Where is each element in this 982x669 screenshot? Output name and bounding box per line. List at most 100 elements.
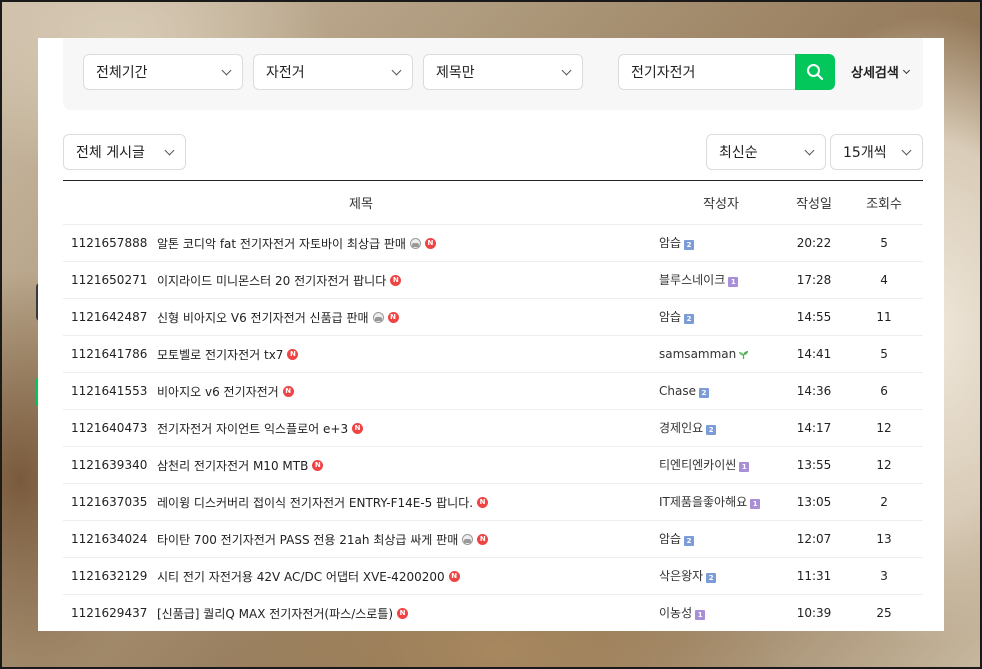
author-name-link[interactable]: 티엔티엔카이씬: [659, 458, 736, 472]
article-number: 1121650271: [63, 261, 155, 299]
article-date: 11:31: [783, 557, 846, 595]
article-views: 5: [845, 224, 924, 262]
member-level-icon: 1: [695, 610, 706, 620]
article-title-cell: 시티 전기 자전거용 42V AC/DC 어댑터 XVE-4200200: [155, 557, 660, 595]
table-row[interactable]: 1121641553비아지오 v6 전기자전거Chase214:366: [63, 372, 924, 410]
header-views: 조회수: [845, 180, 924, 225]
new-badge-icon: [477, 496, 489, 508]
article-title-link[interactable]: 레이윙 디스커버리 접이식 전기자전거 ENTRY-F14E-5 팝니다.: [157, 496, 473, 510]
article-number: 1121657888: [63, 224, 155, 262]
author-cell: 이농성 1: [659, 594, 784, 631]
article-title-cell: 레이윙 디스커버리 접이식 전기자전거 ENTRY-F14E-5 팝니다.: [155, 483, 660, 521]
article-title-cell: 전기자전거 자이언트 익스플로어 e+3: [155, 409, 660, 447]
article-title-cell: 신형 비아지오 V6 전기자전거 신품급 판매: [155, 298, 660, 336]
article-number: 1121629437: [63, 594, 155, 631]
new-badge-icon: [477, 533, 489, 545]
sprout-level-icon: [739, 351, 749, 359]
image-attached-icon: [372, 311, 384, 323]
article-date: 17:28: [783, 261, 846, 299]
table-row[interactable]: 1121637035 레이윙 디스커버리 접이식 전기자전거 ENTRY-F14E…: [63, 483, 924, 521]
board-select[interactable]: 자전거: [253, 54, 413, 90]
article-views: 12: [845, 409, 924, 447]
article-title-link[interactable]: 타이탄 700 전기자전거 PASS 전용 21ah 최상급 싸게 판매: [157, 533, 458, 547]
article-title-link[interactable]: 모토벨로 전기자전거 tx7: [157, 348, 283, 362]
article-title-link[interactable]: 비아지오 v6 전기자전거: [157, 385, 279, 399]
advanced-search-toggle[interactable]: 상세검색: [851, 62, 910, 81]
scope-select[interactable]: 제목만: [423, 54, 583, 90]
table-row[interactable]: 1121642487신형 비아지오 V6 전기자전거 신품급 판매암습214:5…: [63, 298, 924, 336]
article-title-link[interactable]: 시티 전기 자전거용 42V AC/DC 어댑터 XVE-4200200: [157, 570, 445, 584]
author-name-link[interactable]: IT제품을좋아해요: [659, 495, 747, 509]
period-select-label: 전체기간: [96, 65, 148, 81]
member-level-icon: 2: [684, 240, 695, 250]
author-cell: 삭은왕자 2: [659, 557, 784, 595]
article-number: 1121632129: [63, 557, 155, 595]
author-name-link[interactable]: samsamman: [659, 347, 736, 361]
post-type-select[interactable]: 전체 게시글: [63, 134, 186, 170]
article-title-cell: 알톤 코디악 fat 전기자전거 자토바이 최상급 판매: [155, 224, 660, 262]
new-badge-icon: [282, 385, 294, 397]
table-row[interactable]: 1121632129 시티 전기 자전거용 42V AC/DC 어댑터 XVE-4…: [63, 557, 924, 595]
table-row[interactable]: 1121657888알톤 코디악 fat 전기자전거 자토바이 최상급 판매 암습…: [63, 224, 924, 262]
author-cell: 블루스네이크 1: [659, 261, 784, 299]
article-views: 6: [845, 372, 924, 410]
table-row[interactable]: 1121634024 타이탄 700 전기자전거 PASS 전용 21ah 최상급…: [63, 520, 924, 558]
table-row[interactable]: 1121641786모토벨로 전기자전거 tx7 samsamman 14:415: [63, 335, 924, 373]
article-date: 20:22: [783, 224, 846, 262]
chevron-down-icon: [221, 65, 232, 75]
author-cell: samsamman: [659, 335, 784, 373]
member-level-icon: 2: [684, 536, 695, 546]
author-name-link[interactable]: 암습: [659, 310, 681, 324]
article-title-link[interactable]: 이지라이드 미니몬스터 20 전기자전거 팝니다: [157, 274, 386, 288]
post-type-label: 전체 게시글: [76, 145, 145, 161]
member-level-icon: 2: [706, 425, 717, 435]
new-badge-icon: [387, 311, 399, 323]
article-title-link[interactable]: 전기자전거 자이언트 익스플로어 e+3: [157, 422, 348, 436]
author-name-link[interactable]: 이농성: [659, 606, 692, 620]
article-number: 1121641553: [63, 372, 155, 410]
sort-select-label: 최신순: [719, 145, 758, 161]
article-title-link[interactable]: 신형 비아지오 V6 전기자전거 신품급 판매: [157, 311, 369, 325]
article-table: 제목 작성자 작성일 조회수 1121657888 알톤 코디악 fat 전기자전…: [63, 180, 924, 631]
article-views: 2: [845, 483, 924, 521]
article-date: 10:39: [783, 594, 846, 631]
search-input[interactable]: [618, 54, 796, 90]
search-button[interactable]: [795, 54, 835, 90]
image-attached-icon: [462, 533, 474, 545]
sort-select[interactable]: 최신순: [706, 134, 826, 170]
article-title-cell: 타이탄 700 전기자전거 PASS 전용 21ah 최상급 싸게 판매: [155, 520, 660, 558]
per-page-select[interactable]: 15개씩: [830, 134, 923, 170]
table-row[interactable]: 1121650271이지라이드 미니몬스터 20 전기자전거 팝니다 블루스네이크…: [63, 261, 924, 299]
article-views: 12: [845, 446, 924, 484]
author-name-link[interactable]: 경제인요: [659, 421, 703, 435]
member-level-icon: 1: [728, 277, 739, 287]
table-row[interactable]: 1121639340삼천리 전기자전거 M10 MTB티엔티엔카이씬113:55…: [63, 446, 924, 484]
author-name-link[interactable]: 블루스네이크: [659, 273, 725, 287]
article-date: 13:55: [783, 446, 846, 484]
table-row[interactable]: 1121640473전기자전거 자이언트 익스플로어 e+3경제인요214:17…: [63, 409, 924, 447]
chevron-down-icon: [164, 145, 175, 155]
author-name-link[interactable]: Chase: [659, 384, 696, 398]
author-cell: 경제인요 2: [659, 409, 784, 447]
article-views: 25: [845, 594, 924, 631]
author-name-link[interactable]: 암습: [659, 532, 681, 546]
chevron-down-icon: [804, 145, 815, 155]
table-header-row: 제목 작성자 작성일 조회수: [63, 180, 924, 225]
author-name-link[interactable]: 삭은왕자: [659, 569, 703, 583]
table-row[interactable]: 1121629437[신품급] 퀄리Q MAX 전기자전거(파스/스로틀) 이농성…: [63, 594, 924, 631]
article-title-cell: 비아지오 v6 전기자전거: [155, 372, 660, 410]
new-badge-icon: [287, 348, 299, 360]
chevron-down-icon: [901, 145, 912, 155]
article-title-link[interactable]: [신품급] 퀄리Q MAX 전기자전거(파스/스로틀): [157, 607, 393, 621]
author-name-link[interactable]: 암습: [659, 236, 681, 250]
per-page-label: 15개씩: [843, 145, 887, 161]
article-views: 13: [845, 520, 924, 558]
article-title-link[interactable]: 알톤 코디악 fat 전기자전거 자토바이 최상급 판매: [157, 237, 406, 251]
period-select[interactable]: 전체기간: [83, 54, 243, 90]
article-number: 1121639340: [63, 446, 155, 484]
article-title-link[interactable]: 삼천리 전기자전거 M10 MTB: [157, 459, 308, 473]
article-views: 4: [845, 261, 924, 299]
chevron-down-icon: [902, 66, 910, 74]
article-views: 11: [845, 298, 924, 336]
article-title-cell: 이지라이드 미니몬스터 20 전기자전거 팝니다: [155, 261, 660, 299]
